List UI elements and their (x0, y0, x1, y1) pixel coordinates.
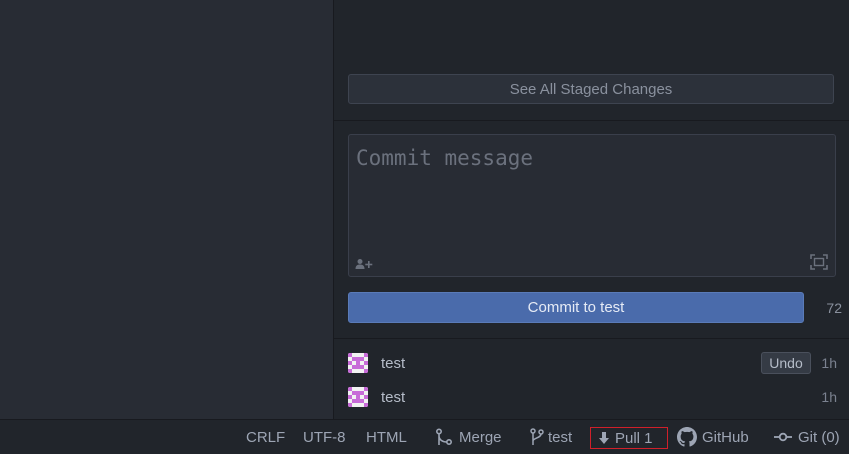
grammar-selector[interactable]: HTML (366, 420, 407, 454)
commit-button[interactable]: Commit to test (348, 292, 804, 323)
recent-commit-item[interactable]: test 1h (334, 383, 849, 411)
atom-editor-window: See All Staged Changes Commit to test 72 (0, 0, 849, 454)
branch-label: test (548, 428, 573, 446)
line-ending-label: CRLF (246, 428, 286, 446)
commit-time: 1h (821, 355, 837, 371)
expand-icon[interactable] (810, 254, 828, 270)
merge-status[interactable]: Merge (435, 420, 502, 454)
git-branch-icon (530, 428, 544, 445)
line-ending-selector[interactable]: CRLF (246, 420, 285, 454)
git-commit-icon (774, 432, 792, 442)
encoding-label: UTF-8 (303, 428, 346, 446)
remaining-characters-count: 72 (826, 300, 842, 316)
commit-time: 1h (821, 389, 837, 405)
grammar-label: HTML (366, 428, 407, 446)
divider (334, 120, 849, 121)
github-label: GitHub (702, 428, 749, 446)
undo-button[interactable]: Undo (761, 352, 811, 374)
divider (334, 338, 849, 339)
commit-message-input[interactable] (349, 135, 835, 245)
commit-message-text: test (381, 389, 406, 406)
github-mark-icon (677, 427, 697, 447)
github-tab-toggle[interactable]: GitHub (677, 420, 749, 454)
git-panel: See All Staged Changes Commit to test 72 (334, 0, 849, 419)
editor-pane (0, 0, 334, 419)
see-all-staged-changes-button[interactable]: See All Staged Changes (348, 74, 834, 104)
status-bar: CRLF UTF-8 HTML Merge test Pull 1 GitHub… (0, 419, 849, 454)
git-tab-toggle[interactable]: Git (0) (774, 420, 840, 454)
arrow-down-icon (599, 432, 609, 444)
merge-label: Merge (459, 428, 502, 446)
commit-message-text: test (381, 355, 406, 372)
branch-selector[interactable]: test (530, 420, 572, 454)
git-merge-icon (435, 428, 453, 446)
identicon-avatar (348, 387, 368, 407)
pull-button[interactable]: Pull 1 (590, 427, 668, 449)
encoding-selector[interactable]: UTF-8 (303, 420, 346, 454)
identicon-avatar (348, 353, 368, 373)
recent-commit-item[interactable]: test Undo 1h (334, 349, 849, 377)
pull-label: Pull 1 (615, 429, 653, 447)
commit-message-editor (348, 134, 836, 277)
person-add-icon[interactable] (355, 258, 373, 270)
git-label: Git (0) (798, 428, 840, 446)
